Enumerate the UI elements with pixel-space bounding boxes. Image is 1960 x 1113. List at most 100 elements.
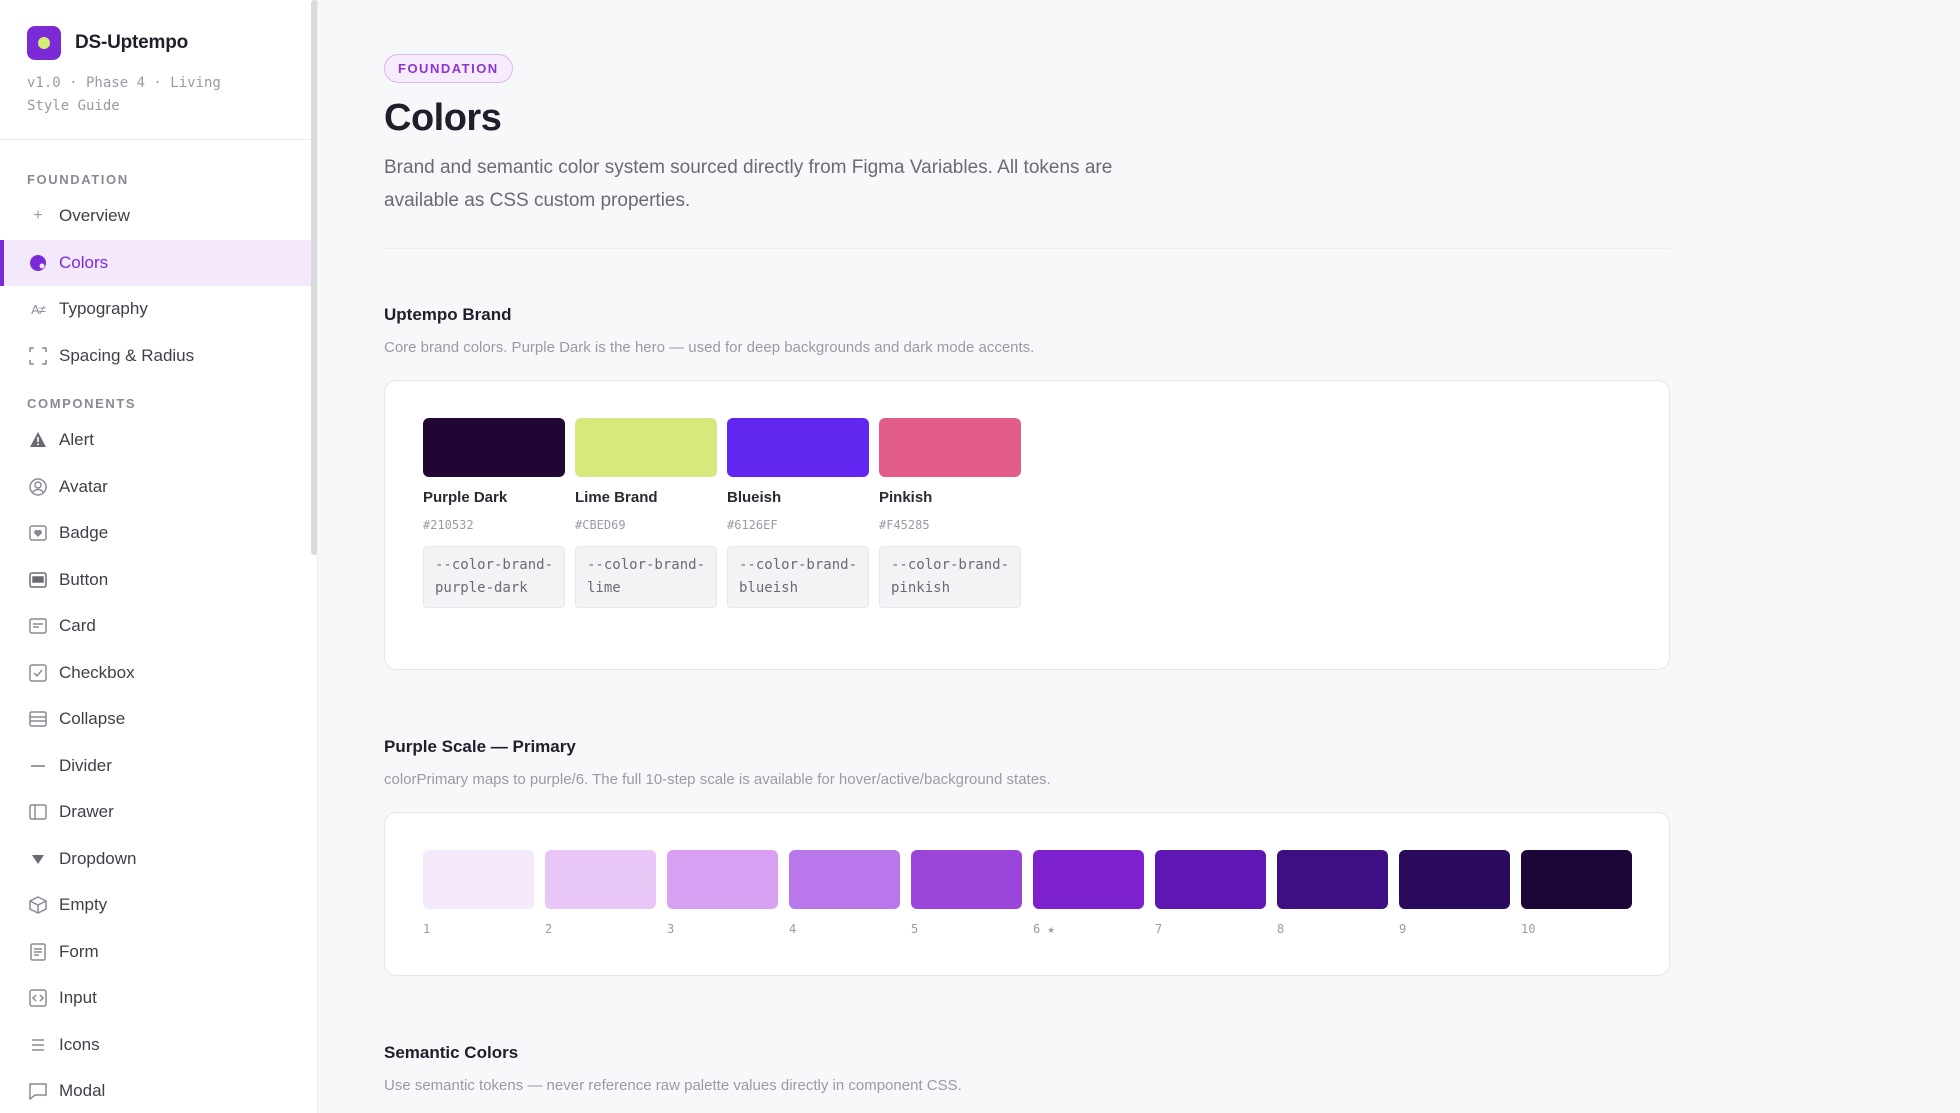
color-name: Blueish <box>727 489 782 506</box>
spacing-icon <box>28 346 48 366</box>
sidebar-item-divider[interactable]: Divider <box>0 743 317 790</box>
sidebar-item-label: Button <box>59 569 109 589</box>
sidebar-item-label: Badge <box>59 523 109 543</box>
sidebar-item-input[interactable]: Input <box>0 975 317 1022</box>
scale-step: 10 <box>1521 850 1632 975</box>
checkbox-icon <box>28 663 48 683</box>
warning-icon <box>28 430 48 450</box>
scale-swatch[interactable] <box>423 850 534 909</box>
scale-swatch[interactable] <box>667 850 778 909</box>
sidebar-item-label: Spacing & Radius <box>59 345 195 365</box>
divider-icon <box>28 756 48 776</box>
sidebar-item-drawer[interactable]: Drawer <box>0 789 317 836</box>
color-hex: #210532 <box>423 518 474 532</box>
scale-label: 2 <box>545 922 553 936</box>
color-name: Pinkish <box>879 489 933 506</box>
brand-name: DS-Uptempo <box>75 32 189 53</box>
scale-swatch[interactable] <box>1521 850 1632 909</box>
sidebar-item-label: Divider <box>59 755 112 775</box>
color-swatch[interactable] <box>727 418 869 477</box>
brand-colors-panel: Purple Dark #210532 --color-brand-purple-d… <box>384 380 1670 670</box>
scale-step: 3 <box>667 850 778 975</box>
color-swatch[interactable] <box>879 418 1021 477</box>
sidebar-item-collapse[interactable]: Collapse <box>0 696 317 743</box>
scale-step: 8 <box>1277 850 1388 975</box>
sidebar-divider <box>0 139 317 140</box>
nav-section-foundation: FOUNDATION <box>27 172 129 187</box>
purple-scale-section: Purple Scale — Primary colorPrimary maps… <box>384 737 1670 976</box>
color-token[interactable]: --color-brand-blueish <box>727 546 869 608</box>
typography-icon: A≠ <box>31 301 46 317</box>
form-icon <box>28 942 48 962</box>
section-title: Uptempo Brand <box>384 305 512 324</box>
color-hex: #F45285 <box>879 518 930 532</box>
sidebar-item-alert[interactable]: Alert <box>0 417 317 464</box>
category-badge: FOUNDATION <box>384 54 513 83</box>
foundation-nav: + Overview Colors A≠ Typography Spacing & Rad… <box>0 193 317 379</box>
sidebar-scrollbar[interactable] <box>311 0 317 555</box>
sidebar-item-avatar[interactable]: Avatar <box>0 464 317 511</box>
scale-step: 1 <box>423 850 534 975</box>
page-title: Colors <box>384 97 502 139</box>
scale-swatch[interactable] <box>1155 850 1266 909</box>
sidebar-item-typography[interactable]: A≠ Typography <box>0 286 317 333</box>
sidebar-item-label: Alert <box>59 430 94 450</box>
sidebar-item-dropdown[interactable]: Dropdown <box>0 836 317 883</box>
scale-label: 1 <box>423 922 431 936</box>
scale-label: 7 <box>1155 922 1163 936</box>
sidebar-item-overview[interactable]: + Overview <box>0 193 317 240</box>
sidebar-item-label: Collapse <box>59 709 126 729</box>
card-icon <box>28 616 48 636</box>
sidebar-item-card[interactable]: Card <box>0 603 317 650</box>
scale-label: 4 <box>789 922 797 936</box>
color-token[interactable]: --color-brand-purple-dark <box>423 546 565 608</box>
code-icon <box>28 988 48 1008</box>
color-swatch[interactable] <box>575 418 717 477</box>
purple-scale-panel: 1 2 3 4 5 6 ★ 7 8 9 10 <box>384 812 1670 976</box>
sidebar-item-icons[interactable]: Icons <box>0 1022 317 1069</box>
section-title: Purple Scale — Primary <box>384 737 576 756</box>
scale-swatch[interactable] <box>789 850 900 909</box>
brand-colors-section: Uptempo Brand Core brand colors. Purple … <box>384 305 1670 670</box>
sidebar-item-colors[interactable]: Colors <box>0 239 317 286</box>
sidebar-item-label: Empty <box>59 895 108 915</box>
collapse-icon <box>28 709 48 729</box>
scale-swatch[interactable] <box>1399 850 1510 909</box>
box-icon <box>28 895 48 915</box>
sidebar-item-modal[interactable]: Modal <box>0 1068 317 1113</box>
section-description: Core brand colors. Purple Dark is the he… <box>384 339 1035 356</box>
sidebar-item-label: Drawer <box>59 802 114 822</box>
main-content: FOUNDATION Colors Brand and semantic col… <box>384 0 1670 1094</box>
color-token[interactable]: --color-brand-lime <box>575 546 717 608</box>
scale-label: 3 <box>667 922 675 936</box>
sidebar-item-checkbox[interactable]: Checkbox <box>0 650 317 697</box>
color-token[interactable]: --color-brand-pinkish <box>879 546 1021 608</box>
badge-icon <box>28 523 48 543</box>
scale-label: 8 <box>1277 922 1285 936</box>
sidebar-item-label: Colors <box>59 252 109 272</box>
modal-icon <box>28 1081 48 1101</box>
scale-step: 6 ★ <box>1033 850 1144 975</box>
sidebar-item-spacing-radius[interactable]: Spacing & Radius <box>0 333 317 380</box>
scale-step: 7 <box>1155 850 1266 975</box>
scale-label: 10 <box>1521 922 1536 936</box>
page-description: Brand and semantic color system sourced … <box>384 157 1113 211</box>
sidebar-item-label: Icons <box>59 1034 100 1054</box>
list-icon <box>28 1035 48 1055</box>
scale-swatch[interactable] <box>911 850 1022 909</box>
scale-swatch[interactable] <box>545 850 656 909</box>
scale-swatch[interactable] <box>1277 850 1388 909</box>
section-title: Semantic Colors <box>384 1043 519 1062</box>
scale-swatch[interactable] <box>1033 850 1144 909</box>
sidebar-item-empty[interactable]: Empty <box>0 882 317 929</box>
color-swatch[interactable] <box>423 418 565 477</box>
sidebar-item-badge[interactable]: Badge <box>0 510 317 557</box>
brand-header[interactable]: DS-Uptempo <box>0 0 317 60</box>
palette-icon <box>28 253 48 273</box>
sidebar-item-form[interactable]: Form <box>0 929 317 976</box>
plus-icon: + <box>33 207 43 225</box>
sidebar-item-button[interactable]: Button <box>0 557 317 604</box>
sidebar-item-label: Typography <box>59 299 148 319</box>
components-nav: Alert Avatar Badge Button Card Checkbox Collap… <box>0 417 317 1113</box>
sidebar-item-label: Modal <box>59 1081 106 1101</box>
